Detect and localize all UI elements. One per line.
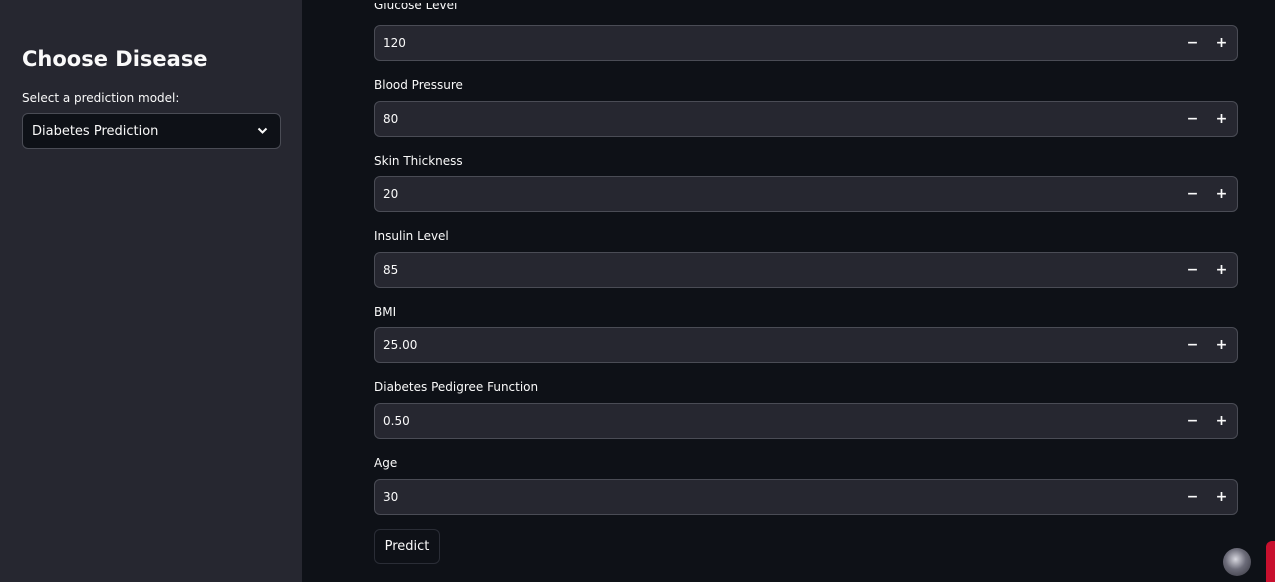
chevron-down-icon	[256, 125, 268, 137]
insulin-level-increment-button[interactable]: +	[1207, 253, 1236, 287]
bmi-value[interactable]: 25.00	[375, 338, 1178, 352]
age-increment-button[interactable]: +	[1207, 480, 1236, 514]
sidebar-title: Choose Disease	[22, 47, 208, 71]
field-label-bmi: BMI	[374, 305, 397, 319]
insulin-level-decrement-button[interactable]: −	[1178, 253, 1207, 287]
glucose-decrement-button[interactable]: −	[1178, 26, 1207, 60]
field-label-diabetes-pedigree-function: Diabetes Pedigree Function	[374, 380, 539, 394]
diabetes-pedigree-function-input[interactable]: 0.50 − +	[374, 403, 1238, 439]
insulin-level-input[interactable]: 85 − +	[374, 252, 1238, 288]
skin-thickness-value[interactable]: 20	[375, 187, 1178, 201]
model-select-value: Diabetes Prediction	[32, 123, 159, 139]
skin-thickness-increment-button[interactable]: +	[1207, 177, 1236, 211]
glucose-increment-button[interactable]: +	[1207, 26, 1236, 60]
diabetes-pedigree-function-value[interactable]: 0.50	[375, 414, 1178, 428]
diabetes-pedigree-function-increment-button[interactable]: +	[1207, 404, 1236, 438]
field-label-skin-thickness: Skin Thickness	[374, 154, 463, 168]
running-status-icon[interactable]	[1223, 548, 1251, 576]
bmi-decrement-button[interactable]: −	[1178, 328, 1207, 362]
main-content: Glucose Level 120 − + Blood Pressure 80 …	[302, 0, 1275, 582]
age-input[interactable]: 30 − +	[374, 479, 1238, 515]
glucose-input[interactable]: 120 − +	[374, 25, 1238, 61]
model-select-label: Select a prediction model:	[22, 91, 180, 105]
age-value[interactable]: 30	[375, 490, 1178, 504]
insulin-level-value[interactable]: 85	[375, 263, 1178, 277]
field-label-insulin-level: Insulin Level	[374, 229, 449, 243]
blood-pressure-decrement-button[interactable]: −	[1178, 102, 1207, 136]
sidebar: Choose Disease Select a prediction model…	[0, 0, 302, 582]
field-label-glucose: Glucose Level	[374, 3, 458, 12]
field-label-age: Age	[374, 456, 398, 470]
skin-thickness-input[interactable]: 20 − +	[374, 176, 1238, 212]
skin-thickness-decrement-button[interactable]: −	[1178, 177, 1207, 211]
predict-button[interactable]: Predict	[374, 529, 440, 564]
field-label-blood-pressure: Blood Pressure	[374, 78, 463, 92]
glucose-value[interactable]: 120	[375, 36, 1178, 50]
model-select[interactable]: Diabetes Prediction	[22, 113, 281, 149]
blood-pressure-value[interactable]: 80	[375, 112, 1178, 126]
blood-pressure-input[interactable]: 80 − +	[374, 101, 1238, 137]
diabetes-pedigree-function-decrement-button[interactable]: −	[1178, 404, 1207, 438]
bmi-increment-button[interactable]: +	[1207, 328, 1236, 362]
blood-pressure-increment-button[interactable]: +	[1207, 102, 1236, 136]
app: Choose Disease Select a prediction model…	[0, 0, 1275, 582]
manage-app-tab[interactable]	[1266, 541, 1275, 582]
bmi-input[interactable]: 25.00 − +	[374, 327, 1238, 363]
age-decrement-button[interactable]: −	[1178, 480, 1207, 514]
